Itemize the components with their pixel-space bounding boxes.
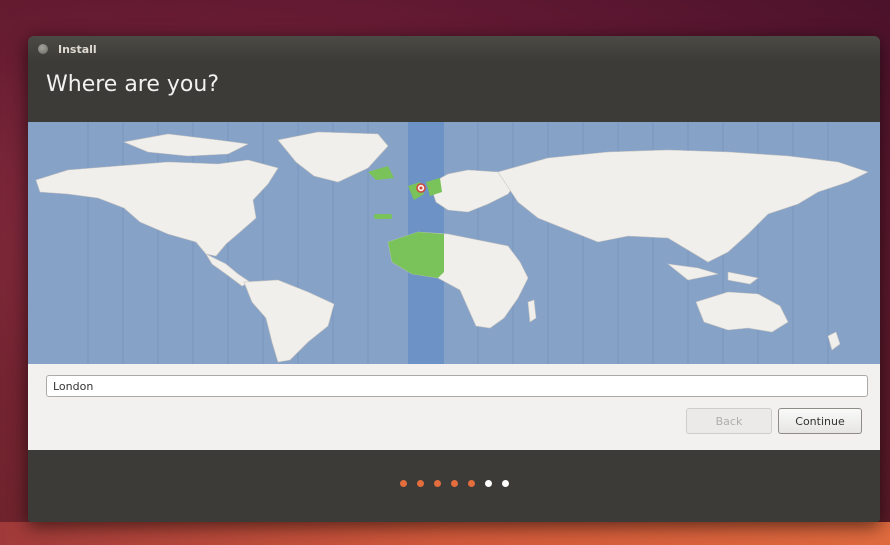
window-title: Install: [58, 42, 97, 56]
progress-dot: [484, 480, 492, 487]
page-header: Where are you?: [28, 62, 880, 122]
installer-window: Install Where are you? London Back Conti…: [28, 36, 880, 522]
timezone-map[interactable]: [28, 122, 880, 364]
location-pin-icon: [416, 183, 426, 193]
progress-dot: [467, 480, 475, 487]
progress-dot: [399, 480, 407, 487]
page-title: Where are you?: [46, 72, 219, 97]
close-button[interactable]: [38, 44, 48, 54]
progress-dot: [416, 480, 424, 487]
continue-button[interactable]: Continue: [778, 408, 862, 434]
city-input[interactable]: [46, 375, 868, 397]
progress-dot: [433, 480, 441, 487]
progress-dot: [450, 480, 458, 487]
location-form: Back Continue: [28, 364, 880, 450]
progress-dot: [501, 480, 509, 487]
desktop-bottom-strip: [0, 522, 890, 545]
progress-footer: [28, 450, 880, 522]
titlebar: Install: [28, 36, 880, 62]
progress-dots: [28, 480, 880, 490]
world-map[interactable]: [28, 122, 880, 364]
back-button[interactable]: Back: [686, 408, 772, 434]
